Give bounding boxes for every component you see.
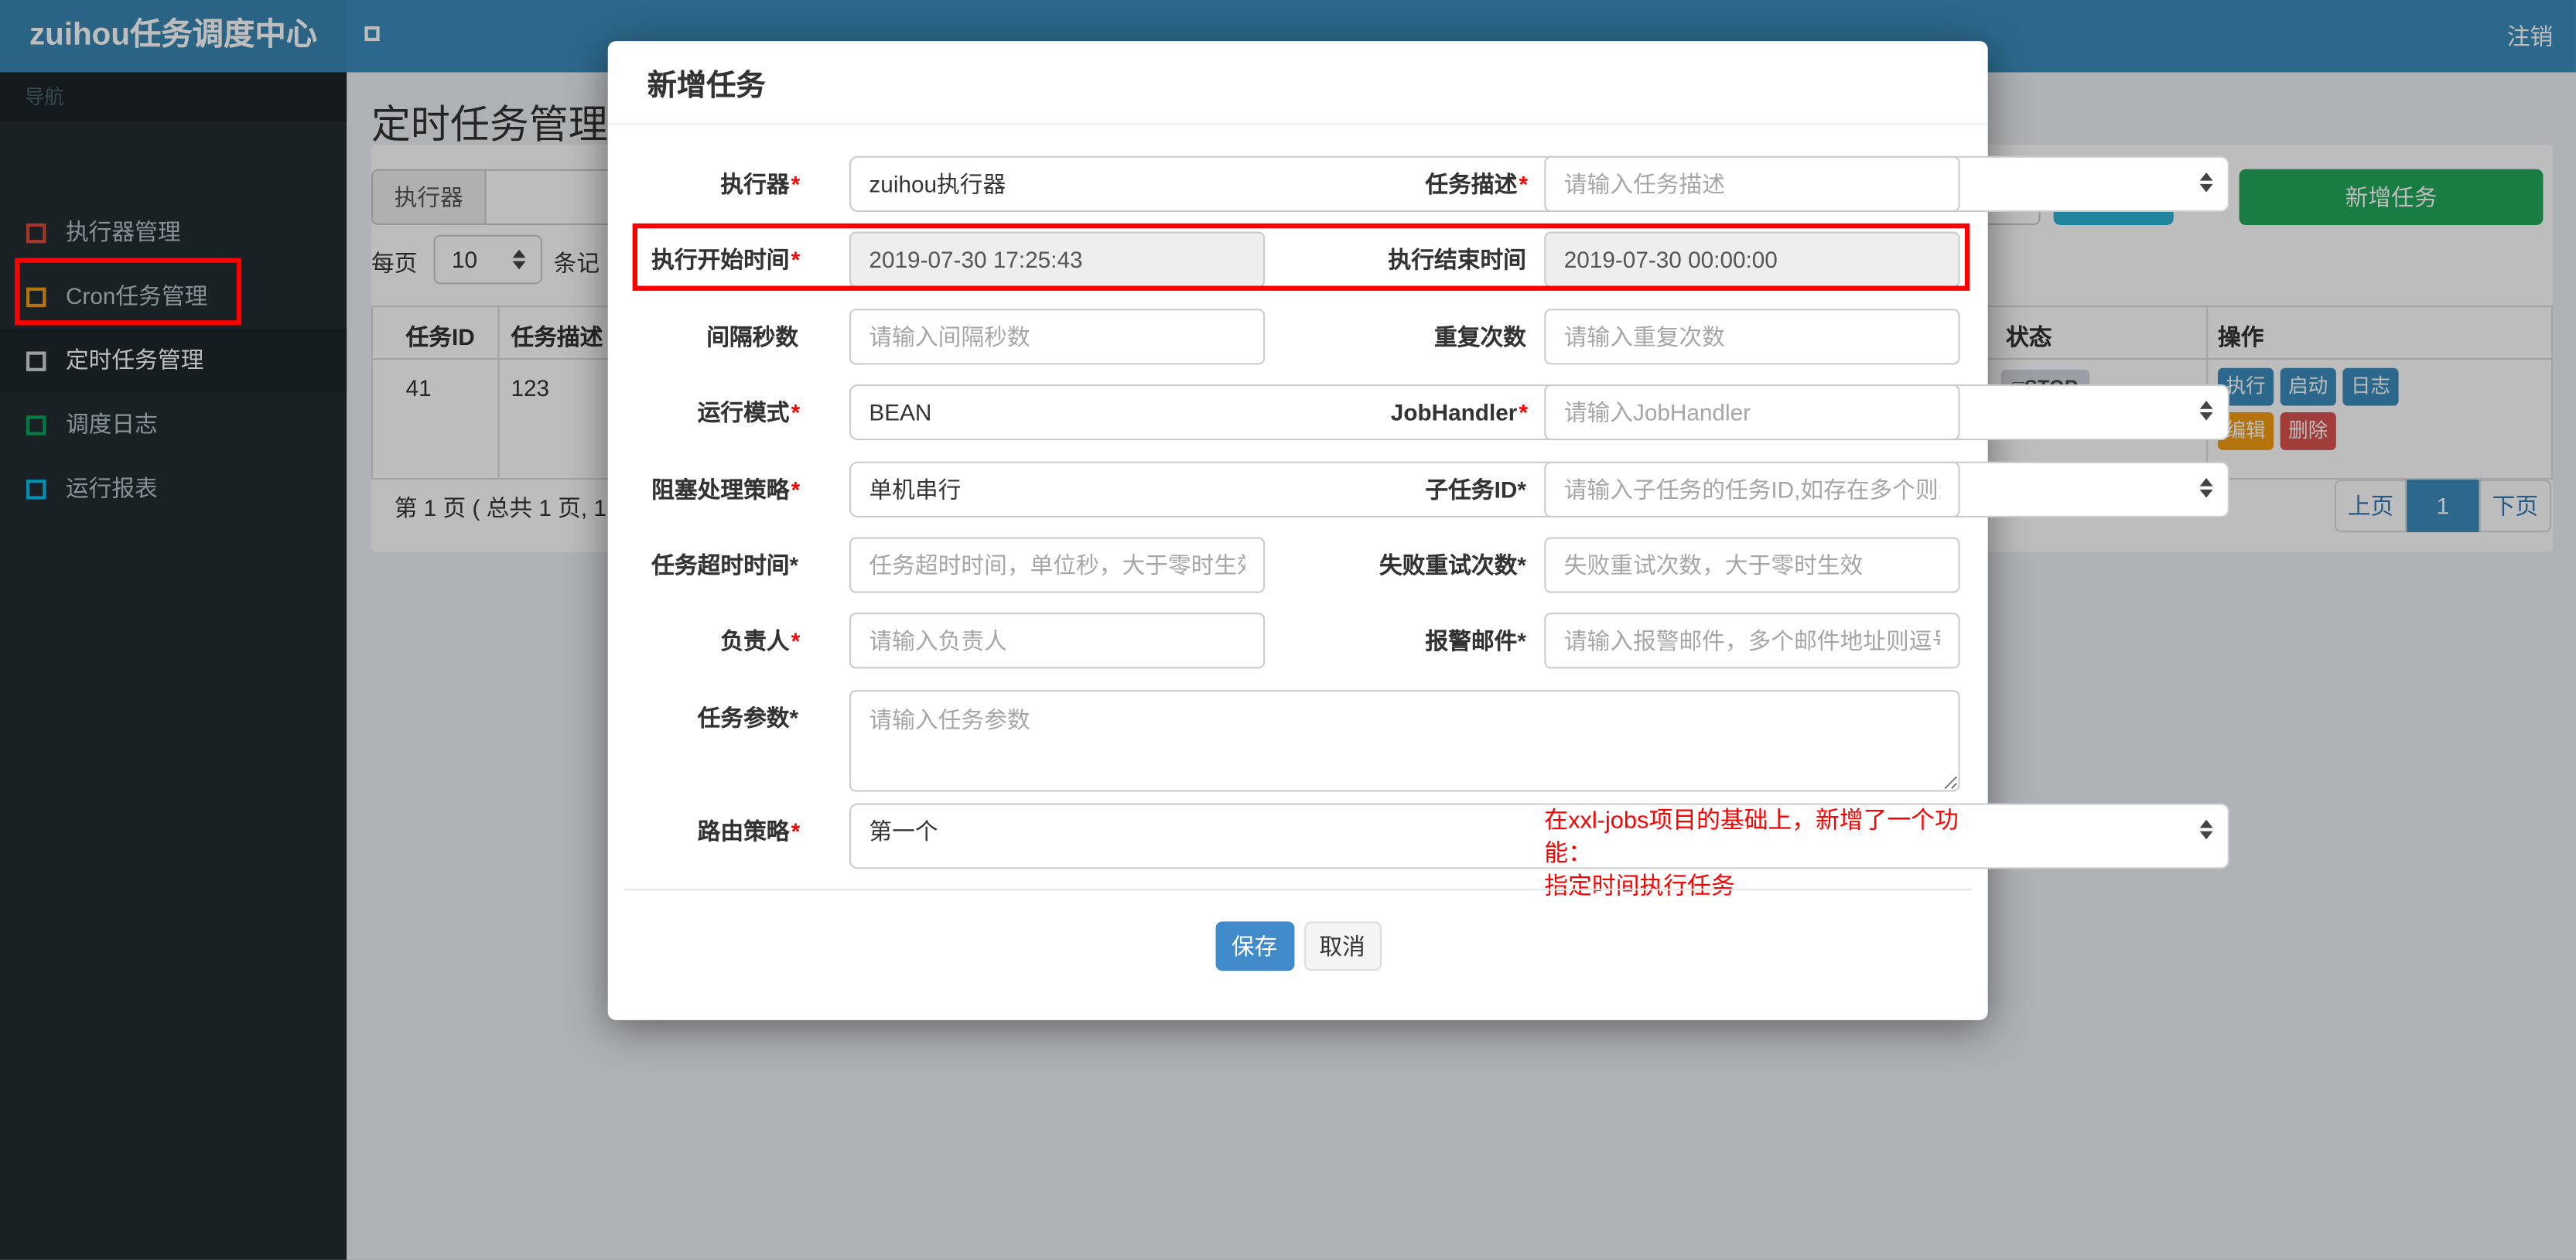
owner-label: 负责人 * bbox=[720, 627, 801, 654]
save-button[interactable]: 保存 bbox=[1215, 921, 1294, 971]
owner-input[interactable] bbox=[849, 613, 1266, 669]
interval-label: 间隔秒数 bbox=[706, 323, 799, 350]
app-window: zuihou任务调度中心 注销 导航 执行器管理 Cron任务管理 定时任务管理… bbox=[0, 0, 2576, 1260]
modal-footer: 保存 取消 bbox=[608, 921, 1988, 971]
interval-input[interactable] bbox=[849, 309, 1266, 365]
alarm-email-label: 报警邮件* bbox=[1425, 627, 1526, 654]
feature-note-line2: 指定时间执行任务 bbox=[1544, 873, 1735, 900]
task-params-textarea[interactable] bbox=[849, 689, 1960, 792]
route-strategy-select[interactable]: 第一个 bbox=[849, 803, 2229, 869]
feature-note-line1: 在xxl-jobs项目的基础上，新增了一个功能： bbox=[1544, 808, 1959, 868]
child-task-label: 子任务ID* bbox=[1425, 476, 1526, 503]
modal-header-divider bbox=[607, 123, 1988, 125]
end-time-input[interactable] bbox=[1544, 231, 1960, 288]
task-desc-label: 任务描述 * bbox=[1425, 170, 1529, 197]
required-asterisk: * bbox=[1519, 399, 1529, 426]
select-arrows-icon bbox=[2199, 172, 2213, 193]
repeat-label: 重复次数 bbox=[1433, 323, 1526, 350]
add-task-modal: 新增任务 执行器* zuihou执行器 任务描述* 执行开始时间* 执行结束时间… bbox=[607, 41, 2229, 1020]
block-strategy-label: 阻塞处理策略 * bbox=[651, 476, 801, 503]
task-params-label: 任务参数* bbox=[697, 705, 799, 732]
required-asterisk: * bbox=[791, 818, 801, 845]
required-asterisk: * bbox=[1519, 170, 1529, 197]
run-mode-label: 运行模式 * bbox=[697, 399, 801, 426]
timeout-input[interactable] bbox=[849, 537, 1266, 593]
required-asterisk: * bbox=[791, 476, 801, 503]
required-asterisk: * bbox=[791, 399, 801, 426]
start-time-input[interactable] bbox=[849, 231, 1266, 288]
retry-input[interactable] bbox=[1544, 537, 1960, 593]
select-arrows-icon bbox=[2199, 401, 2213, 421]
child-task-input[interactable] bbox=[1544, 461, 1960, 517]
end-time-label: 执行结束时间 bbox=[1388, 246, 1526, 273]
cancel-button[interactable]: 取消 bbox=[1303, 921, 1381, 971]
task-desc-input[interactable] bbox=[1544, 155, 1960, 212]
modal-title: 新增任务 bbox=[647, 69, 766, 102]
executor-select[interactable]: zuihou执行器 bbox=[849, 155, 2229, 212]
select-arrows-icon bbox=[2199, 477, 2213, 498]
executor-label: 执行器 * bbox=[720, 170, 801, 197]
required-asterisk: * bbox=[791, 170, 801, 197]
block-strategy-select[interactable]: 单机串行 bbox=[849, 461, 2229, 517]
route-strategy-label: 路由策略 * bbox=[697, 818, 801, 845]
timeout-label: 任务超时时间* bbox=[651, 551, 799, 579]
retry-label: 失败重试次数* bbox=[1379, 551, 1526, 579]
run-mode-select[interactable]: BEAN bbox=[849, 384, 2229, 441]
start-time-label: 执行开始时间 * bbox=[651, 246, 801, 273]
required-asterisk: * bbox=[791, 627, 801, 654]
select-arrows-icon bbox=[2199, 819, 2213, 840]
jobhandler-label: JobHandler * bbox=[1390, 399, 1529, 426]
required-asterisk: * bbox=[791, 246, 801, 273]
jobhandler-input[interactable] bbox=[1544, 384, 1960, 441]
modal-footer-divider bbox=[624, 888, 1972, 891]
repeat-input[interactable] bbox=[1544, 309, 1960, 365]
alarm-email-input[interactable] bbox=[1544, 613, 1960, 669]
